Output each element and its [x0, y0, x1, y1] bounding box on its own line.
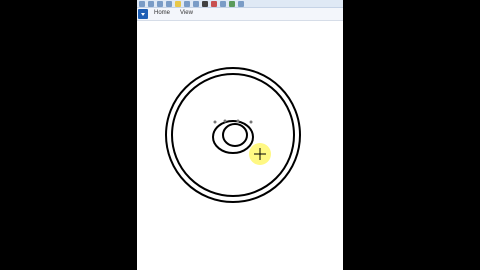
ribbon-tab-bar: Home View — [137, 8, 343, 21]
file-menu-button[interactable] — [138, 9, 148, 19]
select-icon[interactable] — [166, 0, 172, 7]
pencil-icon[interactable] — [184, 0, 190, 7]
crosshair-cursor-icon — [254, 148, 266, 160]
undo-icon[interactable] — [148, 0, 154, 7]
save-icon[interactable] — [139, 0, 145, 7]
canvas-drawing — [165, 67, 301, 203]
small-ellipse-inner — [222, 123, 248, 147]
shapes-icon[interactable] — [220, 0, 226, 7]
drawing-canvas[interactable] — [137, 21, 343, 270]
redo-icon[interactable] — [157, 0, 163, 7]
line-icon[interactable] — [229, 0, 235, 7]
fill-icon[interactable] — [193, 0, 199, 7]
quick-access-toolbar — [137, 0, 343, 8]
tab-view[interactable]: View — [180, 10, 193, 16]
crop-icon[interactable] — [175, 0, 181, 7]
text-icon[interactable] — [202, 0, 208, 7]
tab-home[interactable]: Home — [154, 10, 170, 16]
outer-circle — [165, 67, 301, 203]
color-icon[interactable] — [238, 0, 244, 7]
inner-circle — [171, 73, 295, 197]
paint-window: Home View — [137, 0, 343, 270]
brush-icon[interactable] — [211, 0, 217, 7]
